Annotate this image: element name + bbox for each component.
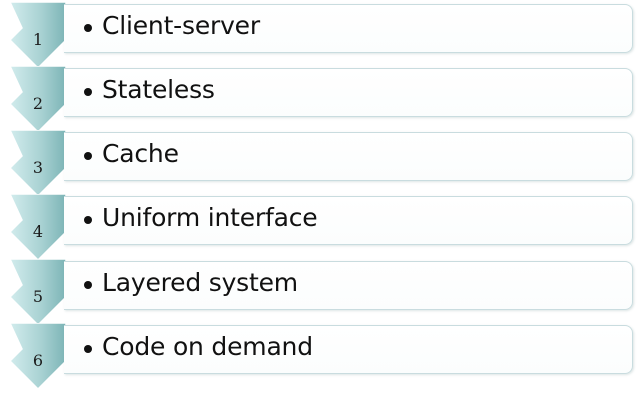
step-panel: Layered system bbox=[64, 261, 633, 310]
bullet-icon bbox=[84, 152, 92, 160]
step-label: Code on demand bbox=[102, 332, 313, 361]
step-label: Uniform interface bbox=[102, 203, 318, 232]
bullet-icon bbox=[84, 281, 92, 289]
step-row: 5 Layered system bbox=[0, 259, 643, 325]
step-number: 6 bbox=[32, 351, 44, 370]
step-panel: Cache bbox=[64, 132, 633, 181]
step-number: 2 bbox=[32, 94, 44, 113]
step-panel: Uniform interface bbox=[64, 196, 633, 245]
step-label: Cache bbox=[102, 139, 179, 168]
step-row: 4 Uniform interface bbox=[0, 194, 643, 260]
bullet-icon bbox=[84, 24, 92, 32]
vertical-chevron-list: 1 Client-server 2 Stateless 3 Cache 4 Uniform i… bbox=[0, 0, 643, 403]
step-label: Layered system bbox=[102, 268, 298, 297]
step-number: 4 bbox=[32, 222, 44, 241]
step-row: 3 Cache bbox=[0, 130, 643, 196]
step-number: 5 bbox=[32, 287, 44, 306]
step-label: Stateless bbox=[102, 75, 215, 104]
step-number: 1 bbox=[32, 30, 44, 49]
step-row: 2 Stateless bbox=[0, 66, 643, 132]
bullet-icon bbox=[84, 345, 92, 353]
step-panel: Client-server bbox=[64, 4, 633, 53]
step-row: 1 Client-server bbox=[0, 2, 643, 68]
bullet-icon bbox=[84, 88, 92, 96]
step-label: Client-server bbox=[102, 11, 260, 40]
step-row: 6 Code on demand bbox=[0, 323, 643, 389]
step-panel: Code on demand bbox=[64, 325, 633, 374]
step-panel: Stateless bbox=[64, 68, 633, 117]
bullet-icon bbox=[84, 216, 92, 224]
step-number: 3 bbox=[32, 158, 44, 177]
